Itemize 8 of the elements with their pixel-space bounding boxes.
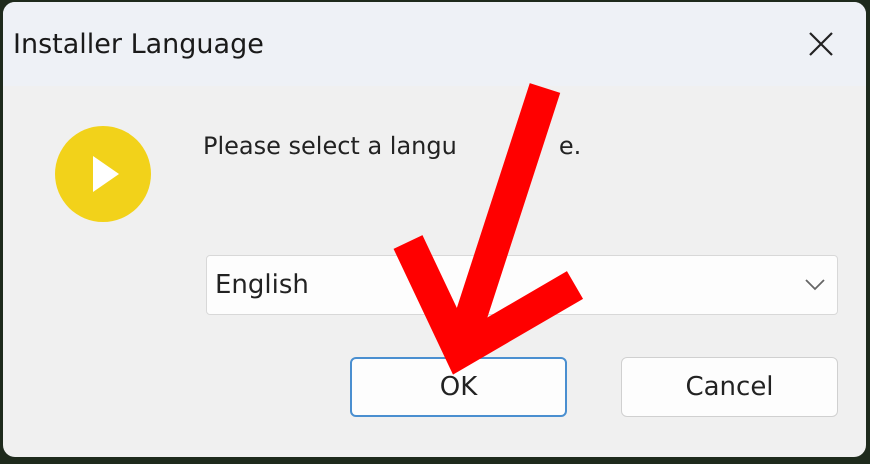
cancel-button[interactable]: Cancel bbox=[621, 357, 838, 417]
prompt-text: e. bbox=[558, 132, 582, 160]
play-icon bbox=[55, 126, 151, 222]
window-title: Installer Language bbox=[13, 28, 264, 60]
chevron-down-icon bbox=[805, 279, 825, 291]
ok-button[interactable]: OK bbox=[350, 357, 567, 417]
close-icon bbox=[808, 31, 834, 57]
prompt-text: Please select a langu bbox=[203, 132, 457, 160]
